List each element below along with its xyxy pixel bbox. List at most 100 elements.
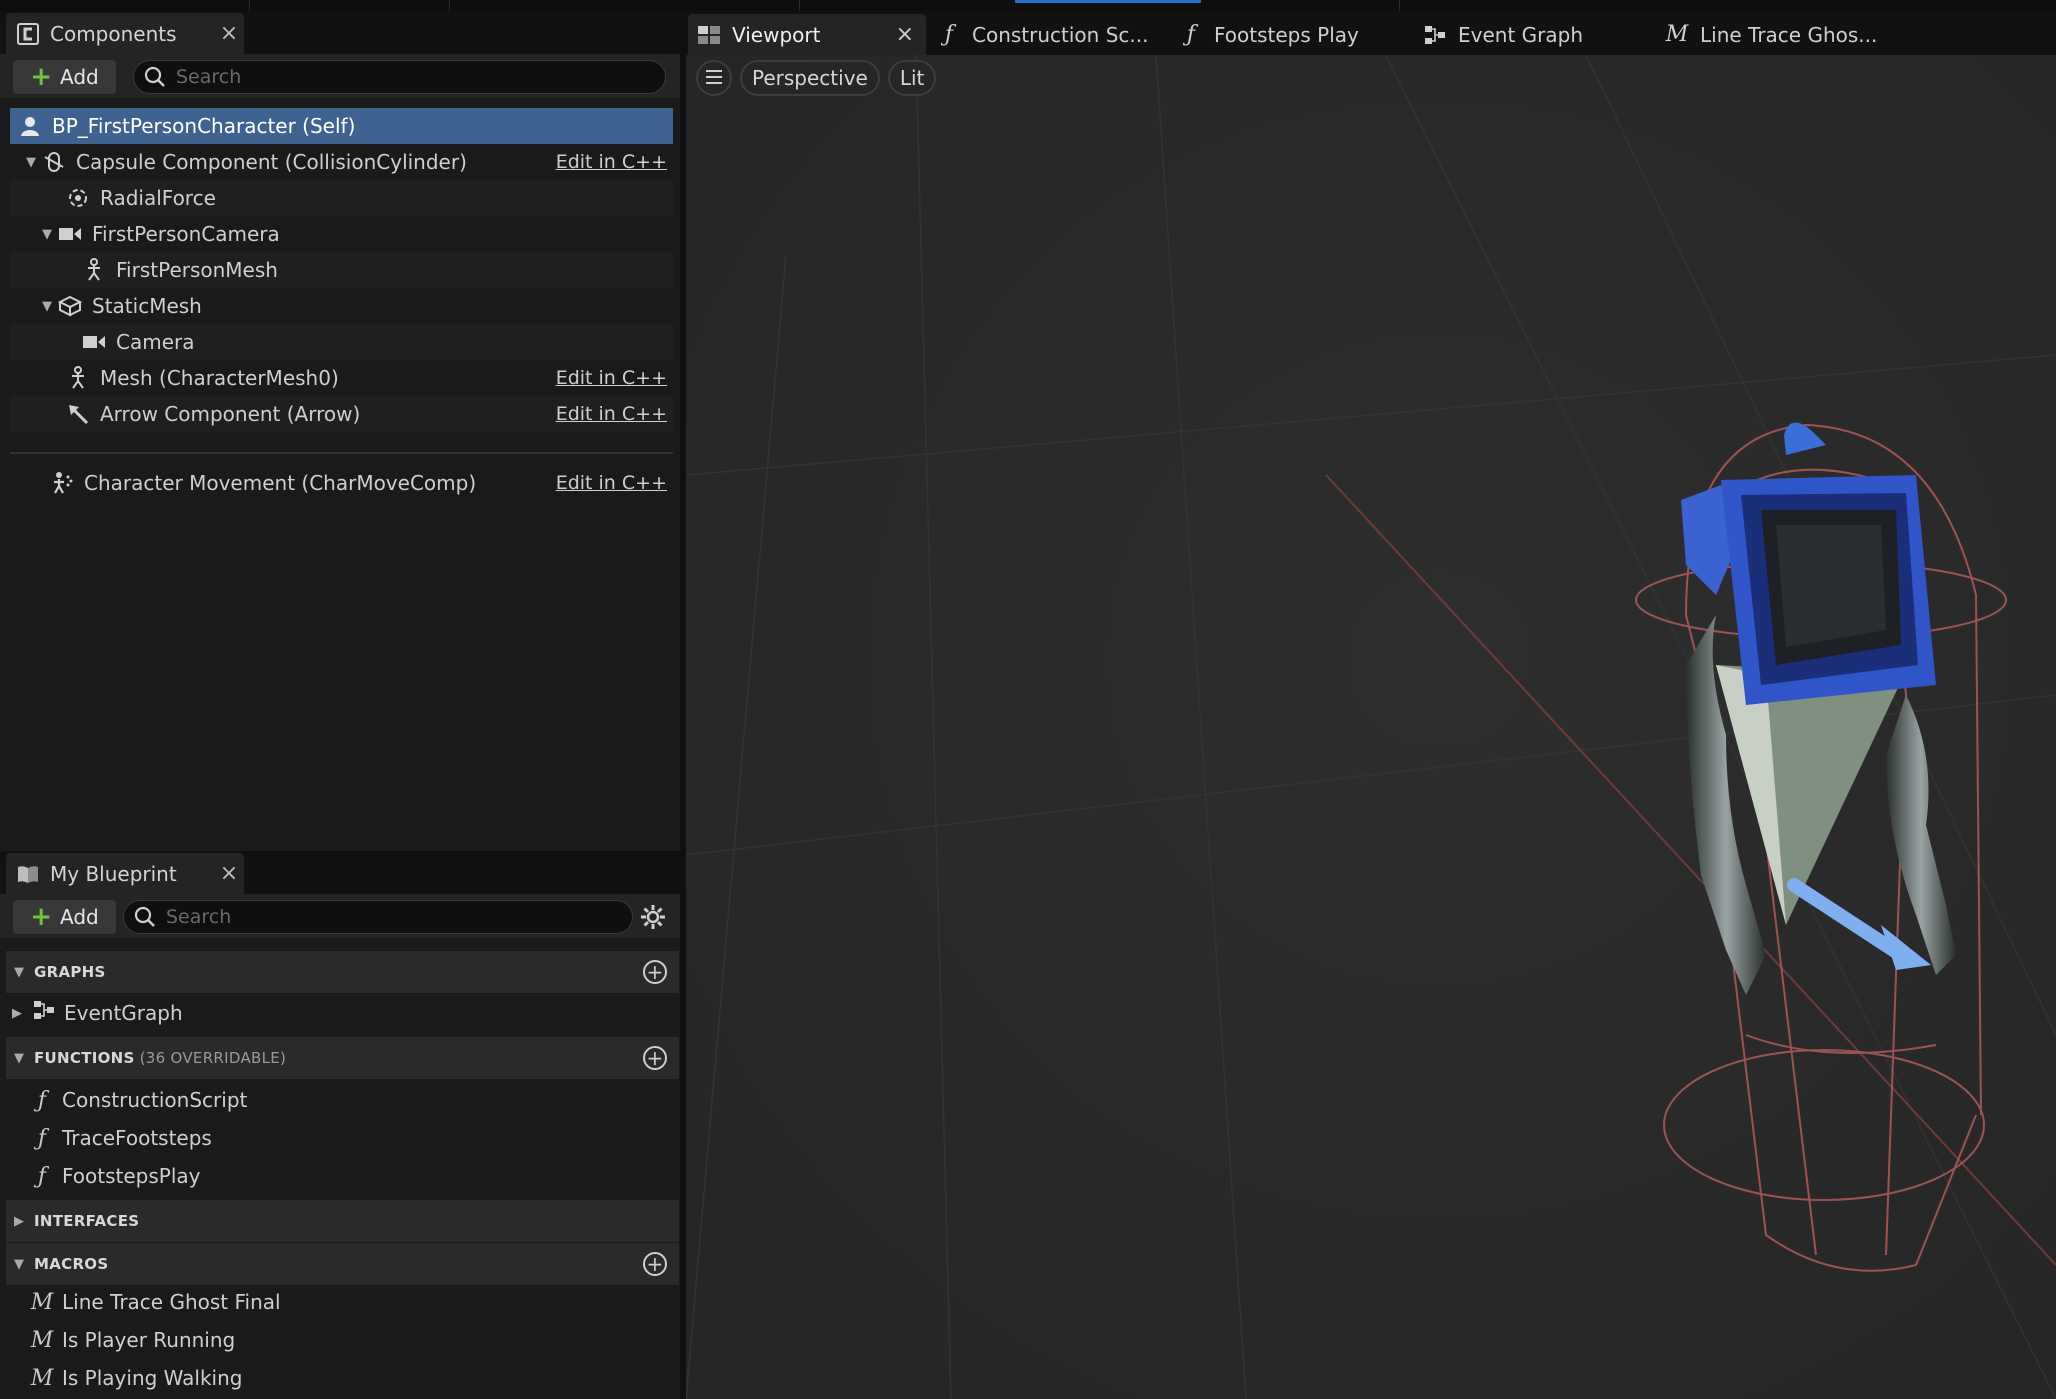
my-blueprint-toolbar: + Add	[0, 894, 680, 938]
viewport-canvas[interactable]: Perspective Lit	[686, 55, 2056, 1399]
component-item[interactable]: Arrow Component (Arrow) Edit in C++	[10, 396, 673, 432]
edit-in-cpp-link[interactable]: Edit in C++	[556, 403, 667, 425]
component-item[interactable]: ▼ StaticMesh	[10, 288, 673, 324]
my-blueprint-tabstrip: My Blueprint ×	[0, 851, 680, 894]
components-search[interactable]	[133, 60, 666, 94]
component-item[interactable]: ▼ FirstPersonCamera	[10, 216, 673, 252]
tab-label: Footsteps Play	[1214, 22, 1359, 47]
add-component-label: Add	[60, 65, 99, 89]
lit-label: Lit	[899, 66, 925, 90]
section-graphs[interactable]: ▼ GRAPHS +	[6, 951, 679, 993]
add-function-icon[interactable]: +	[643, 1046, 667, 1070]
chevron-down-icon[interactable]: ▼	[24, 155, 38, 170]
chevron-right-icon[interactable]: ▶	[12, 1006, 22, 1021]
active-indicator	[1015, 0, 1201, 3]
component-item-label: Camera	[116, 330, 195, 354]
lit-button[interactable]: Lit	[887, 60, 937, 96]
component-item[interactable]: FirstPersonMesh	[10, 252, 673, 288]
add-macro-icon[interactable]: +	[643, 1252, 667, 1276]
capsule-icon	[42, 150, 66, 174]
camera-icon	[82, 330, 106, 354]
close-icon[interactable]: ×	[214, 861, 244, 886]
tab-footsteps-play[interactable]: ƒ Footsteps Play	[1178, 14, 1359, 55]
settings-gear-icon[interactable]	[640, 904, 666, 934]
component-item[interactable]: Mesh (CharacterMesh0) Edit in C++	[10, 360, 673, 396]
viewport-icon	[696, 22, 722, 48]
title-bar-segment	[250, 0, 450, 11]
search-icon	[144, 66, 165, 87]
macro-item[interactable]: M Line Trace Ghost Final	[30, 1284, 281, 1320]
perspective-button[interactable]: Perspective	[740, 60, 880, 96]
function-item[interactable]: ƒ FootstepsPlay	[30, 1158, 201, 1194]
add-graph-icon[interactable]: +	[643, 960, 667, 984]
section-interfaces[interactable]: ▶ INTERFACES	[6, 1200, 679, 1242]
components-icon	[16, 22, 40, 46]
function-item[interactable]: ƒ TraceFootsteps	[30, 1120, 212, 1156]
components-tabstrip: Components ×	[0, 11, 680, 54]
add-component-button[interactable]: + Add	[13, 60, 116, 94]
chevron-down-icon[interactable]: ▼	[40, 299, 54, 314]
book-icon	[16, 862, 40, 886]
viewport-toolbar: Perspective Lit	[696, 59, 944, 97]
tree-divider	[10, 452, 673, 454]
component-root[interactable]: BP_FirstPersonCharacter (Self)	[10, 108, 673, 144]
hamburger-icon	[705, 66, 723, 90]
section-interfaces-title: INTERFACES	[34, 1212, 140, 1230]
function-item-label: TraceFootsteps	[62, 1126, 212, 1150]
edit-in-cpp-link[interactable]: Edit in C++	[556, 151, 667, 173]
radial-force-icon	[66, 186, 90, 210]
component-item[interactable]: RadialForce	[10, 180, 673, 216]
my-blueprint-search[interactable]	[123, 900, 633, 934]
edit-in-cpp-link[interactable]: Edit in C++	[556, 367, 667, 389]
component-item[interactable]: Character Movement (CharMoveComp) Edit i…	[10, 465, 673, 501]
tab-construction-script[interactable]: ƒ Construction Sc...	[936, 14, 1149, 55]
plus-icon: +	[30, 902, 53, 932]
close-icon[interactable]: ×	[214, 21, 244, 46]
add-blueprint-label: Add	[60, 905, 99, 929]
function-icon: ƒ	[37, 1125, 47, 1151]
chevron-down-icon[interactable]: ▼	[14, 1051, 28, 1066]
viewport-scene	[686, 55, 2056, 1399]
tab-my-blueprint[interactable]: My Blueprint ×	[6, 853, 244, 894]
macro-icon: M	[30, 1365, 54, 1391]
macro-item[interactable]: M Is Playing Walking	[30, 1360, 243, 1396]
component-item-label: StaticMesh	[92, 294, 202, 318]
tab-label: Event Graph	[1458, 22, 1583, 47]
close-icon[interactable]: ×	[896, 22, 914, 47]
component-item[interactable]: ▼ Capsule Component (CollisionCylinder) …	[10, 144, 673, 180]
add-blueprint-item-button[interactable]: + Add	[13, 900, 116, 934]
chevron-right-icon[interactable]: ▶	[14, 1214, 28, 1229]
macro-icon: M	[30, 1289, 54, 1315]
tab-line-trace-ghost[interactable]: M Line Trace Ghos...	[1664, 14, 1878, 55]
tab-my-blueprint-label: My Blueprint	[50, 861, 177, 886]
viewport-menu-button[interactable]	[696, 60, 732, 96]
component-item-label: FirstPersonCamera	[92, 222, 280, 246]
chevron-down-icon[interactable]: ▼	[14, 1257, 28, 1272]
title-bar-segment	[450, 0, 800, 11]
component-root-label: BP_FirstPersonCharacter (Self)	[52, 114, 356, 138]
tab-components-label: Components	[50, 21, 177, 46]
components-search-input[interactable]	[176, 66, 593, 88]
title-bar	[0, 0, 2056, 11]
function-icon: ƒ	[944, 22, 954, 47]
chevron-down-icon[interactable]: ▼	[40, 227, 54, 242]
chevron-down-icon[interactable]: ▼	[14, 965, 28, 980]
section-functions-subtitle: (36 OVERRIDABLE)	[139, 1049, 287, 1067]
tab-components[interactable]: Components ×	[6, 13, 244, 54]
my-blueprint-panel: My Blueprint × + Add ▼ GRAPHS + ▶	[0, 851, 680, 1399]
plus-icon: +	[30, 62, 53, 92]
tab-event-graph[interactable]: Event Graph	[1422, 14, 1583, 55]
my-blueprint-search-input[interactable]	[166, 906, 565, 928]
edit-in-cpp-link[interactable]: Edit in C++	[556, 472, 667, 494]
graph-item-eventgraph[interactable]: ▶ EventGraph	[12, 995, 183, 1031]
search-icon	[134, 906, 155, 927]
section-macros[interactable]: ▼ MACROS +	[6, 1243, 679, 1285]
graph-item-label: EventGraph	[64, 1001, 183, 1025]
section-functions[interactable]: ▼ FUNCTIONS (36 OVERRIDABLE) +	[6, 1037, 679, 1079]
component-item-label: Mesh (CharacterMesh0)	[100, 366, 339, 390]
tab-label: Line Trace Ghos...	[1700, 22, 1878, 47]
function-item[interactable]: ƒ ConstructionScript	[30, 1082, 247, 1118]
tab-viewport[interactable]: Viewport ×	[688, 14, 926, 55]
macro-item[interactable]: M Is Player Running	[30, 1322, 236, 1358]
component-item[interactable]: Camera	[10, 324, 673, 360]
